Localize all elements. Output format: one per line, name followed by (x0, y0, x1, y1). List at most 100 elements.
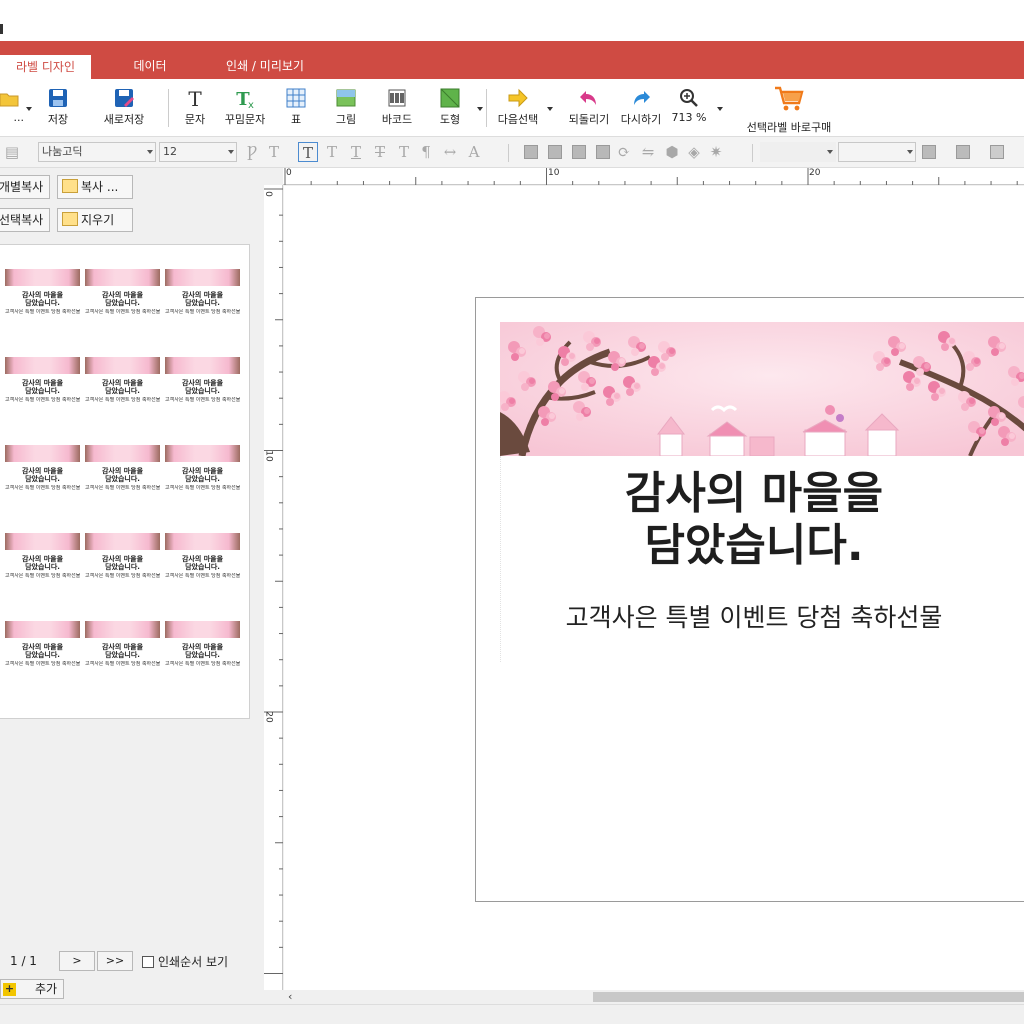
transform-icon[interactable]: ⬢ (664, 144, 680, 160)
next-page-button[interactable]: > (59, 951, 95, 971)
barcode-button[interactable]: 바코드 (376, 83, 418, 131)
horizontal-ruler-ticks (284, 168, 1018, 185)
next-select-dropdown-icon[interactable] (547, 107, 553, 111)
label-thumbnail[interactable]: 감사의 마을을 담았습니다. 고객사은 특별 이벤트 당첨 축하선물 (85, 621, 160, 673)
line-style-icon[interactable]: ▤ (4, 144, 20, 160)
font-name-select[interactable]: 나눔고딕 (38, 142, 156, 162)
text-underline-icon[interactable]: T (348, 144, 364, 160)
text-style-icon[interactable]: Ƿ (244, 144, 260, 160)
pagination: 1 / 1 > >> 인쇄순서 보기 (0, 951, 264, 975)
next-select-button[interactable]: 다음선택 (492, 83, 544, 131)
label-thumbnail[interactable]: 감사의 마을을 담았습니다. 고객사은 특별 이벤트 당첨 축하선물 (85, 533, 160, 585)
text-normal-icon[interactable]: T (298, 142, 318, 162)
label-thumbnail[interactable]: 감사의 마을을 담았습니다. 고객사은 특별 이벤트 당첨 축하선물 (85, 269, 160, 321)
copy-button[interactable]: 복사 ... (57, 175, 133, 199)
zoom-dropdown-icon[interactable] (717, 107, 723, 111)
redo-button[interactable]: 다시하기 (616, 83, 666, 131)
label-thumbnail[interactable]: 감사의 마을을 담았습니다. 고객사은 특별 이벤트 당첨 축하선물 (165, 621, 240, 673)
arrange-front-icon[interactable] (922, 145, 936, 159)
zoom-value: 713 % (671, 111, 707, 124)
table-icon (286, 88, 306, 108)
shape-dropdown-icon[interactable] (477, 107, 483, 111)
copy-selected-button[interactable]: 선택복사 (0, 208, 50, 232)
shape-button[interactable]: 도형 (432, 83, 468, 131)
headline-line-2[interactable]: 담았습니다. (476, 520, 1024, 572)
save-as-button[interactable]: 새로저장 (96, 83, 152, 131)
paragraph-icon[interactable]: ¶ (418, 144, 434, 160)
text-button[interactable]: T 문자 (178, 83, 212, 131)
align-icon[interactable]: A (466, 144, 482, 160)
thumbnail-line-3: 고객사은 특별 이벤트 당첨 축하선물 (165, 573, 240, 579)
label-thumbnail[interactable]: 감사의 마을을 담았습니다. 고객사은 특별 이벤트 당첨 축하선물 (5, 269, 80, 321)
group-icon[interactable] (990, 145, 1004, 159)
effect-icon[interactable]: ◈ (686, 144, 702, 160)
arrow-right-icon (508, 88, 528, 108)
label-thumbnail[interactable]: 감사의 마을을 담았습니다. 고객사은 특별 이벤트 당첨 축하선물 (5, 445, 80, 497)
subline-text[interactable]: 고객사은 특별 이벤트 당첨 축하선물 (476, 602, 1024, 634)
label-thumbnail[interactable]: 감사의 마을을 담았습니다. 고객사은 특별 이벤트 당첨 축하선물 (5, 533, 80, 585)
label-thumbnail[interactable]: 감사의 마을을 담았습니다. 고객사은 특별 이벤트 당첨 축하선물 (165, 357, 240, 409)
zoom-button[interactable]: 713 % (668, 83, 710, 131)
last-page-button[interactable]: >> (97, 951, 133, 971)
label-thumbnail[interactable]: 감사의 마을을 담았습니다. 고객사은 특별 이벤트 당첨 축하선물 (165, 445, 240, 497)
label-page[interactable]: 감사의 마을을 담았습니다. 고객사은 특별 이벤트 당첨 축하선물 (475, 297, 1024, 902)
color-select[interactable] (838, 142, 916, 162)
buy-label-button[interactable]: 선택라벨 바로구매 (738, 83, 840, 134)
label-thumbnail[interactable]: 감사의 마을을 담았습니다. 고객사은 특별 이벤트 당첨 축하선물 (85, 445, 160, 497)
text-color-icon[interactable]: T (266, 144, 282, 160)
thumbnail-banner (5, 621, 80, 638)
cherry-blossom-banner-image[interactable] (500, 322, 1024, 456)
label-thumbnail[interactable]: 감사의 마을을 담았습니다. 고객사은 특별 이벤트 당첨 축하선물 (85, 357, 160, 409)
image-button[interactable]: 그림 (328, 83, 364, 131)
add-label: 추가 (35, 982, 58, 996)
text-label: 문자 (184, 113, 206, 126)
add-button[interactable]: + 추가 (0, 979, 64, 999)
open-dropdown-icon[interactable] (26, 107, 32, 111)
open-button[interactable]: ... (0, 83, 24, 131)
redo-label: 다시하기 (620, 113, 662, 126)
text-strike-icon[interactable]: T (372, 144, 388, 160)
table-button[interactable]: 표 (280, 83, 312, 131)
flip-icon[interactable]: ⇋ (640, 144, 656, 160)
barcode-icon (388, 89, 406, 107)
tab-label-design[interactable]: 라벨 디자인 (0, 55, 91, 79)
text-italic-icon[interactable]: T (324, 144, 340, 160)
sparkle-icon[interactable]: ✷ (708, 144, 724, 160)
print-order-checkbox[interactable] (142, 956, 154, 968)
tab-data[interactable]: 데이터 (110, 54, 190, 79)
undo-button[interactable]: 되돌리기 (564, 83, 614, 131)
thumbnail-line-2: 담았습니다. (185, 563, 220, 571)
scroll-left-icon[interactable]: ‹ (288, 990, 292, 1004)
h-ruler-20: 20 (809, 168, 821, 178)
tab-print-preview[interactable]: 인쇄 / 미리보기 (205, 54, 325, 79)
save-button[interactable]: 저장 (40, 83, 76, 131)
font-size-select[interactable]: 12 (159, 142, 237, 162)
label-thumbnail[interactable]: 감사의 마을을 담았습니다. 고객사은 특별 이벤트 당첨 축하선물 (5, 621, 80, 673)
window-titlebar (0, 0, 1024, 41)
spacing-icon[interactable]: ↔ (442, 144, 458, 160)
label-thumbnail[interactable]: 감사의 마을을 담았습니다. 고객사은 특별 이벤트 당첨 축하선물 (165, 269, 240, 321)
fill-square-icon[interactable] (524, 145, 538, 159)
horizontal-scrollbar[interactable]: ‹ (284, 990, 1024, 1004)
fancy-text-button[interactable]: Tx 꾸밈문자 (218, 83, 272, 131)
thumbnail-line-3: 고객사은 특별 이벤트 당첨 축하선물 (85, 485, 160, 491)
thumbnail-banner (85, 269, 160, 286)
label-thumbnail[interactable]: 감사의 마을을 담았습니다. 고객사은 특별 이벤트 당첨 축하선물 (5, 357, 80, 409)
rotate-icon[interactable]: ⟳ (616, 144, 632, 160)
open-label: ... (13, 111, 25, 124)
thumbnail-line-2: 담았습니다. (185, 387, 220, 395)
thumbnail-line-2: 담았습니다. (185, 651, 220, 659)
thumbnail-line-3: 고객사은 특별 이벤트 당첨 축하선물 (5, 485, 80, 491)
copy-each-button[interactable]: 개별복사 (0, 175, 50, 199)
headline-line-1[interactable]: 감사의 마을을 (476, 468, 1024, 520)
arrange-back-icon[interactable] (956, 145, 970, 159)
thumbnail-banner (85, 445, 160, 462)
shadow-square-icon[interactable] (572, 145, 586, 159)
frame-square-icon[interactable] (596, 145, 610, 159)
scrollbar-thumb[interactable] (593, 992, 1024, 1002)
line-width-select[interactable] (760, 142, 836, 162)
text-outline-icon[interactable]: T (396, 144, 412, 160)
label-thumbnail[interactable]: 감사의 마을을 담았습니다. 고객사은 특별 이벤트 당첨 축하선물 (165, 533, 240, 585)
erase-button[interactable]: 지우기 (57, 208, 133, 232)
border-square-icon[interactable] (548, 145, 562, 159)
